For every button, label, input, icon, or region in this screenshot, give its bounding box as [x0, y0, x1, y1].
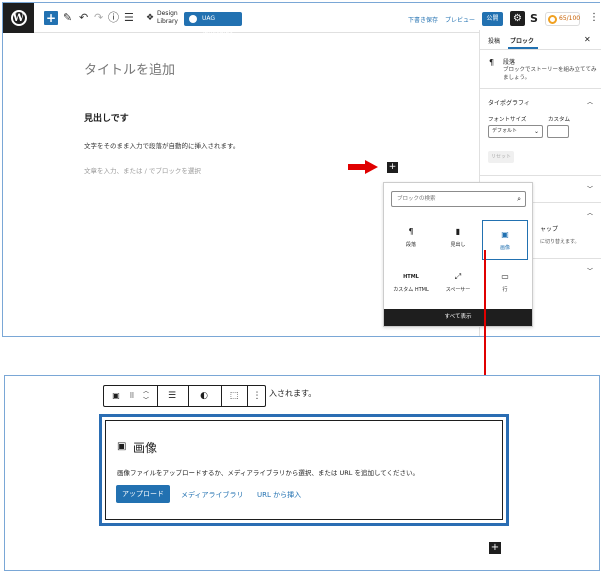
- show-all-button[interactable]: すべて表示: [384, 309, 532, 326]
- tab-post[interactable]: 投稿: [488, 36, 500, 45]
- design-library-button[interactable]: Design Library: [157, 10, 178, 26]
- image-block-instructions: 画像ファイルをアップロードするか、メディアライブラリから選択、または URL を…: [117, 469, 420, 477]
- block-search-input[interactable]: ブロックの検索 ⌕: [391, 191, 526, 207]
- sidebar-tabs: 投稿 ブロック ✕: [480, 30, 601, 50]
- custom-size-input[interactable]: [547, 125, 569, 138]
- drag-handle-icon[interactable]: ⠿: [126, 386, 138, 406]
- block-toolbar: ▣ ⠿ ︿ ﹀ ☰ ◐ ⬚ ⋮: [103, 385, 266, 407]
- pencil-icon[interactable]: ✎: [63, 11, 72, 25]
- divider: [480, 175, 601, 176]
- chevron-down-icon[interactable]: ﹀: [587, 184, 593, 193]
- paragraph-icon: ¶: [408, 227, 414, 236]
- plugin-s-icon[interactable]: S: [530, 12, 538, 25]
- design-library-icon: ❖: [146, 13, 155, 23]
- paragraph-icon: ¶: [489, 58, 495, 67]
- redo-icon[interactable]: ↷: [94, 11, 103, 25]
- chevron-up-icon[interactable]: ︿: [587, 97, 593, 106]
- settings-gear-icon[interactable]: ⚙: [510, 11, 525, 26]
- preview-link[interactable]: プレビュー: [445, 15, 475, 24]
- block-inserter-toggle-button[interactable]: +: [44, 11, 58, 25]
- image-placeholder-inner: ▣ 画像 画像ファイルをアップロードするか、メディアライブラリから選択、または …: [105, 420, 503, 520]
- align-icon[interactable]: ☰: [158, 386, 186, 406]
- typography-panel-title[interactable]: タイポグラフィ: [488, 98, 530, 107]
- reset-button[interactable]: リセット: [488, 151, 514, 163]
- chevron-down-icon: ⌄: [533, 128, 539, 135]
- editor-topbar: W + ✎ ↶ ↷ ⓘ ☰ ❖ Design Library UAG Templ…: [3, 3, 600, 36]
- drop-cap-help-partial: に切り替えます。: [540, 239, 580, 245]
- chevron-up-icon[interactable]: ︿: [587, 208, 593, 217]
- block-inserter-popover: ブロックの検索 ⌕ ¶ 段落 ▮ 見出し ▣ 画像 HTML カスタム HTML…: [383, 182, 533, 327]
- post-title-placeholder[interactable]: タイトルを追加: [84, 59, 175, 78]
- block-item-label: スペーサー: [445, 287, 471, 293]
- duotone-icon[interactable]: ◐: [189, 386, 219, 406]
- search-icon: ⌕: [517, 195, 521, 203]
- block-item-label: 段落: [405, 242, 416, 248]
- active-tab-indicator: [508, 47, 538, 49]
- block-item-custom-html[interactable]: HTML カスタム HTML: [388, 263, 434, 303]
- search-placeholder: ブロックの検索: [397, 196, 436, 202]
- more-options-icon[interactable]: ⋮: [248, 386, 266, 406]
- info-icon[interactable]: ⓘ: [108, 11, 119, 25]
- uag-templates-label: UAG Templates: [202, 15, 233, 36]
- divider: [480, 88, 601, 89]
- inline-add-block-button[interactable]: +: [387, 162, 398, 173]
- heading-block[interactable]: 見出しです: [84, 111, 129, 124]
- empty-paragraph-placeholder[interactable]: 文章を入力、または / でブロックを選択: [84, 165, 201, 175]
- font-size-value: デフォルト: [492, 128, 518, 134]
- score-ring-icon: [548, 15, 557, 24]
- score-value: 65/100: [559, 15, 581, 22]
- image-icon: ▣: [117, 441, 127, 452]
- more-options-icon[interactable]: ⋮: [589, 12, 599, 23]
- image-block-placeholder[interactable]: ▣ 画像 画像ファイルをアップロードするか、メディアライブラリから選択、または …: [99, 414, 509, 526]
- wordpress-logo-icon[interactable]: W: [3, 3, 34, 33]
- drop-cap-label-partial: ャップ: [540, 226, 559, 233]
- image-icon[interactable]: ▣: [106, 386, 126, 406]
- block-card-title: 段落: [503, 59, 516, 66]
- move-up-down-icon[interactable]: ︿ ﹀: [138, 386, 154, 406]
- media-library-button[interactable]: メディアライブラリ: [181, 490, 244, 500]
- block-item-spacer[interactable]: ⤢ スペーサー: [435, 263, 481, 303]
- block-item-label: カスタム HTML: [393, 287, 429, 293]
- uag-templates-button[interactable]: UAG Templates: [184, 12, 242, 36]
- uag-logo-icon: [189, 15, 197, 23]
- image-icon: ▣: [501, 230, 509, 239]
- bookmark-icon: ▮: [455, 227, 461, 236]
- chevron-down-icon[interactable]: ﹀: [587, 266, 593, 275]
- red-pointer-arrow-icon: [348, 160, 378, 174]
- insert-from-url-button[interactable]: URL から挿入: [257, 490, 301, 500]
- spacer-icon: ⤢: [454, 272, 462, 281]
- block-item-heading[interactable]: ▮ 見出し: [435, 218, 481, 258]
- block-item-label: 見出し: [450, 242, 466, 248]
- block-card-description: ブロックでストーリーを組み立ててみましょう。: [503, 67, 597, 81]
- font-size-select[interactable]: デフォルト ⌄: [488, 125, 543, 138]
- seo-score-badge[interactable]: 65/100: [545, 12, 580, 26]
- block-item-paragraph[interactable]: ¶ 段落: [388, 218, 434, 258]
- custom-size-label: カスタム: [548, 117, 571, 123]
- undo-icon[interactable]: ↶: [79, 11, 88, 25]
- add-block-button[interactable]: +: [489, 542, 501, 554]
- image-block-title: 画像: [133, 441, 158, 455]
- close-icon[interactable]: ✕: [584, 35, 591, 44]
- html-icon: HTML: [403, 274, 419, 280]
- list-view-icon[interactable]: ☰: [124, 11, 134, 25]
- replace-image-icon[interactable]: ⬚: [222, 386, 246, 406]
- save-draft-link[interactable]: 下書き保存: [408, 15, 438, 24]
- font-size-label: フォントサイズ: [488, 117, 527, 123]
- partially-hidden-paragraph: 入されます。: [269, 389, 317, 398]
- tab-block[interactable]: ブロック: [510, 36, 534, 45]
- publish-button[interactable]: 公開: [482, 12, 503, 26]
- paragraph-block[interactable]: 文字をそのまま入力で段落が自動的に挿入されます。: [84, 140, 239, 150]
- upload-button[interactable]: アップロード: [116, 485, 170, 503]
